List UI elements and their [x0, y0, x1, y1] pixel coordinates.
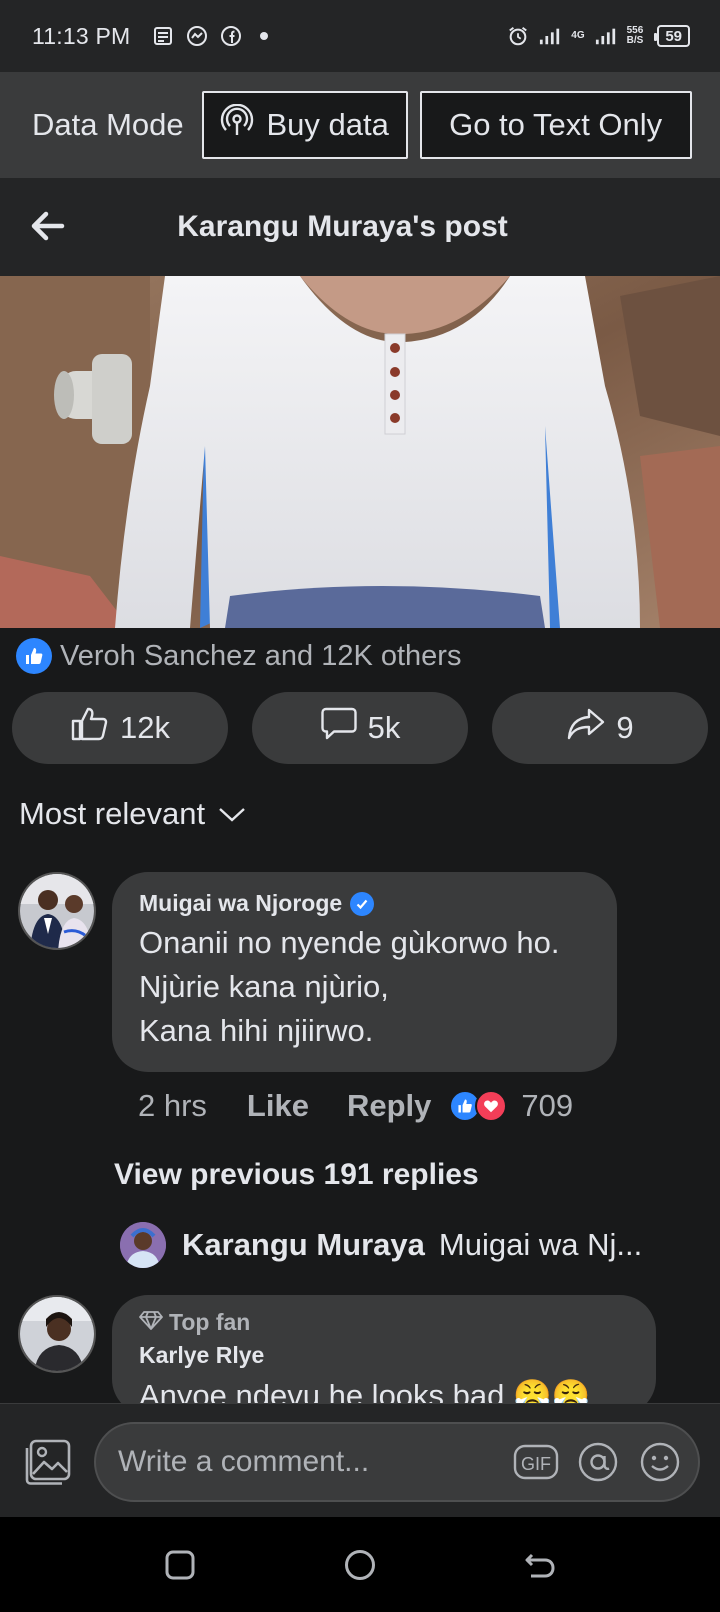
- share-button[interactable]: 9: [492, 692, 708, 764]
- system-navigation-bar: [0, 1517, 720, 1612]
- facebook-icon: [220, 25, 242, 47]
- notification-icons: [152, 25, 269, 47]
- comment-line: Onanii no nyende gùkorwo ho.: [139, 925, 560, 960]
- comment-text: Onanii no nyende gùkorwo ho. Njùrie kana…: [139, 921, 590, 1053]
- comment-time: 2 hrs: [138, 1088, 207, 1123]
- comment-composer: Write a comment... GIF: [0, 1403, 720, 1517]
- avatar[interactable]: [18, 872, 96, 950]
- alarm-icon: [507, 25, 529, 47]
- reply-author: Karangu Muraya: [182, 1227, 425, 1262]
- post-header: Karangu Muraya's post: [0, 178, 720, 276]
- back-nav-icon[interactable]: [522, 1547, 558, 1583]
- data-mode-label: Data Mode: [32, 107, 184, 142]
- comment-bubble[interactable]: Muigai wa Njoroge Onanii no nyende gùkor…: [112, 872, 617, 1072]
- comment-author[interactable]: Muigai wa Njoroge: [139, 890, 590, 917]
- top-fan-label: Top fan: [169, 1309, 251, 1335]
- top-fan-badge: Top fan: [139, 1309, 629, 1336]
- more-notifications-dot: [260, 32, 269, 40]
- view-previous-replies-link[interactable]: View previous 191 replies: [114, 1158, 479, 1192]
- comment-sort-dropdown[interactable]: Most relevant: [19, 796, 247, 832]
- recent-apps-icon[interactable]: [162, 1547, 198, 1583]
- svg-text:GIF: GIF: [521, 1454, 551, 1474]
- comment-reaction-count: 709: [521, 1088, 574, 1123]
- reactions-summary-text: Veroh Sanchez and 12K others: [60, 639, 462, 672]
- avatar: [120, 1222, 166, 1268]
- buy-data-button[interactable]: Buy data: [201, 91, 408, 159]
- reactions-summary[interactable]: Veroh Sanchez and 12K others: [16, 638, 461, 674]
- home-icon[interactable]: [342, 1547, 378, 1583]
- status-bar: 11:13 PM 4G 556 B/S 59: [0, 0, 720, 72]
- comment-count: 5k: [367, 710, 401, 745]
- data-mode-bar: Data Mode Buy data Go to Text Only: [0, 72, 720, 178]
- net-speed: 556 B/S: [626, 25, 644, 46]
- text-only-button[interactable]: Go to Text Only: [419, 91, 692, 159]
- mention-icon[interactable]: [574, 1438, 622, 1486]
- diamond-icon: [139, 1309, 163, 1336]
- share-arrow-icon: [566, 707, 606, 749]
- page-title: Karangu Muraya's post: [177, 210, 508, 243]
- comment-placeholder: Write a comment...: [118, 1445, 370, 1478]
- like-button[interactable]: 12k: [12, 692, 228, 764]
- comment-reactions[interactable]: [449, 1090, 508, 1122]
- broadcast-icon: [220, 103, 254, 146]
- signal-icon-2: [595, 25, 617, 47]
- reply-text: Muigai wa Nj...: [438, 1227, 643, 1262]
- emoji-icon[interactable]: [636, 1438, 684, 1486]
- signal-icon: [539, 25, 561, 47]
- status-time: 11:13 PM: [32, 22, 131, 49]
- chevron-down-icon: [217, 796, 247, 832]
- comment-like-button[interactable]: Like: [247, 1088, 309, 1124]
- comment-meta: 2 hrs Like Reply 709: [138, 1088, 573, 1124]
- share-count: 9: [616, 710, 634, 745]
- comment-reply-button[interactable]: Reply: [347, 1088, 431, 1124]
- network-type: 4G: [571, 30, 585, 41]
- comment-line: Njùrie kana njùrio,: [139, 969, 389, 1004]
- thumbs-up-icon: [70, 706, 110, 750]
- verified-badge-icon: [350, 891, 375, 916]
- comment-line: Kana hihi njiirwo.: [139, 1013, 374, 1048]
- latest-reply[interactable]: Karangu Muraya Muigai wa Nj...: [120, 1222, 642, 1268]
- post-actions: 12k 5k 9: [12, 692, 708, 764]
- comment-bubble-icon: [320, 706, 358, 750]
- love-reaction-icon: [475, 1090, 508, 1122]
- post-photo[interactable]: [0, 276, 720, 628]
- like-count: 12k: [120, 710, 170, 745]
- photo-gallery-icon[interactable]: [22, 1436, 74, 1488]
- gif-icon[interactable]: GIF: [512, 1438, 560, 1486]
- comment-author-name: Muigai wa Njoroge: [139, 890, 343, 916]
- avatar[interactable]: [18, 1295, 96, 1373]
- comment-button[interactable]: 5k: [252, 692, 468, 764]
- buy-data-label: Buy data: [266, 107, 389, 142]
- news-icon: [152, 25, 174, 47]
- comment-bubble[interactable]: Top fan Karlye Rlye Anyoe ndevu he looks…: [112, 1295, 656, 1415]
- system-icons: 4G 556 B/S 59: [507, 25, 690, 47]
- comment-input[interactable]: Write a comment... GIF: [94, 1422, 700, 1502]
- messenger-icon: [186, 25, 208, 47]
- battery-indicator: 59: [654, 25, 690, 47]
- like-reaction-icon: [16, 638, 52, 674]
- sort-label: Most relevant: [19, 796, 206, 831]
- comment-author[interactable]: Karlye Rlye: [139, 1342, 629, 1369]
